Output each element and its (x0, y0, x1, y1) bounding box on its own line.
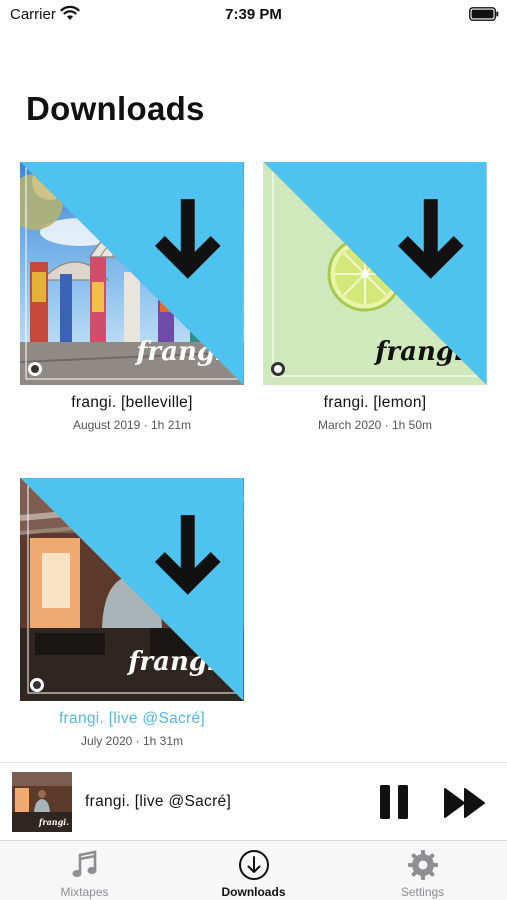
now-playing-artwork-image: frangi. (12, 772, 72, 832)
fast-forward-button[interactable] (444, 786, 486, 820)
status-bar: Carrier 7:39 PM (0, 0, 507, 30)
tab-mixtapes[interactable]: Mixtapes (0, 841, 169, 900)
mixtape-title: frangi. [live @Sacré] (58, 710, 206, 727)
mixtape-meta: August 2019 · 1h 21m (72, 418, 192, 432)
battery-icon (469, 7, 499, 21)
svg-text:frangi.: frangi. (38, 817, 69, 827)
now-playing-artwork[interactable]: frangi. (12, 772, 72, 832)
mixtape-meta: July 2020 · 1h 31m (80, 734, 184, 748)
tab-bar: Mixtapes Downloads Settings (0, 840, 507, 900)
downloaded-badge-icon (20, 162, 244, 385)
cover-art[interactable]: lemon frangi. (263, 162, 487, 385)
mixtape-title: frangi. [belleville] (71, 394, 193, 411)
status-time: 7:39 PM (225, 6, 282, 23)
mixtape-title: frangi. [lemon] (323, 394, 427, 411)
mixtape-card-live-sacre[interactable]: frangi. frangi. [live @Sacré] July 2020 … (20, 478, 244, 748)
now-playing-bar[interactable]: frangi. frangi. [live @Sacré] (0, 762, 507, 840)
downloaded-badge-icon (20, 478, 244, 701)
tab-label: Mixtapes (60, 885, 109, 899)
cover-art[interactable]: frangi. (20, 478, 244, 701)
mixtape-card-belleville[interactable]: belleville frangi. frangi. [belleville] … (20, 162, 244, 432)
cover-art[interactable]: belleville frangi. (20, 162, 244, 385)
pause-button[interactable] (378, 783, 410, 821)
tab-settings[interactable]: Settings (338, 841, 507, 900)
page-title: Downloads (26, 90, 205, 127)
tab-label: Downloads (221, 885, 286, 899)
now-playing-title: frangi. [live @Sacré] (85, 793, 232, 810)
tab-downloads[interactable]: Downloads (169, 841, 338, 900)
mixtape-card-lemon[interactable]: lemon frangi. frangi. [lemon] March 2020… (263, 162, 487, 432)
download-circle-icon (238, 850, 269, 880)
mixtape-meta: March 2020 · 1h 50m (317, 418, 433, 432)
music-note-icon (72, 850, 96, 877)
gear-icon (407, 850, 438, 880)
tab-label: Settings (400, 885, 445, 899)
downloaded-badge-icon (263, 162, 487, 385)
